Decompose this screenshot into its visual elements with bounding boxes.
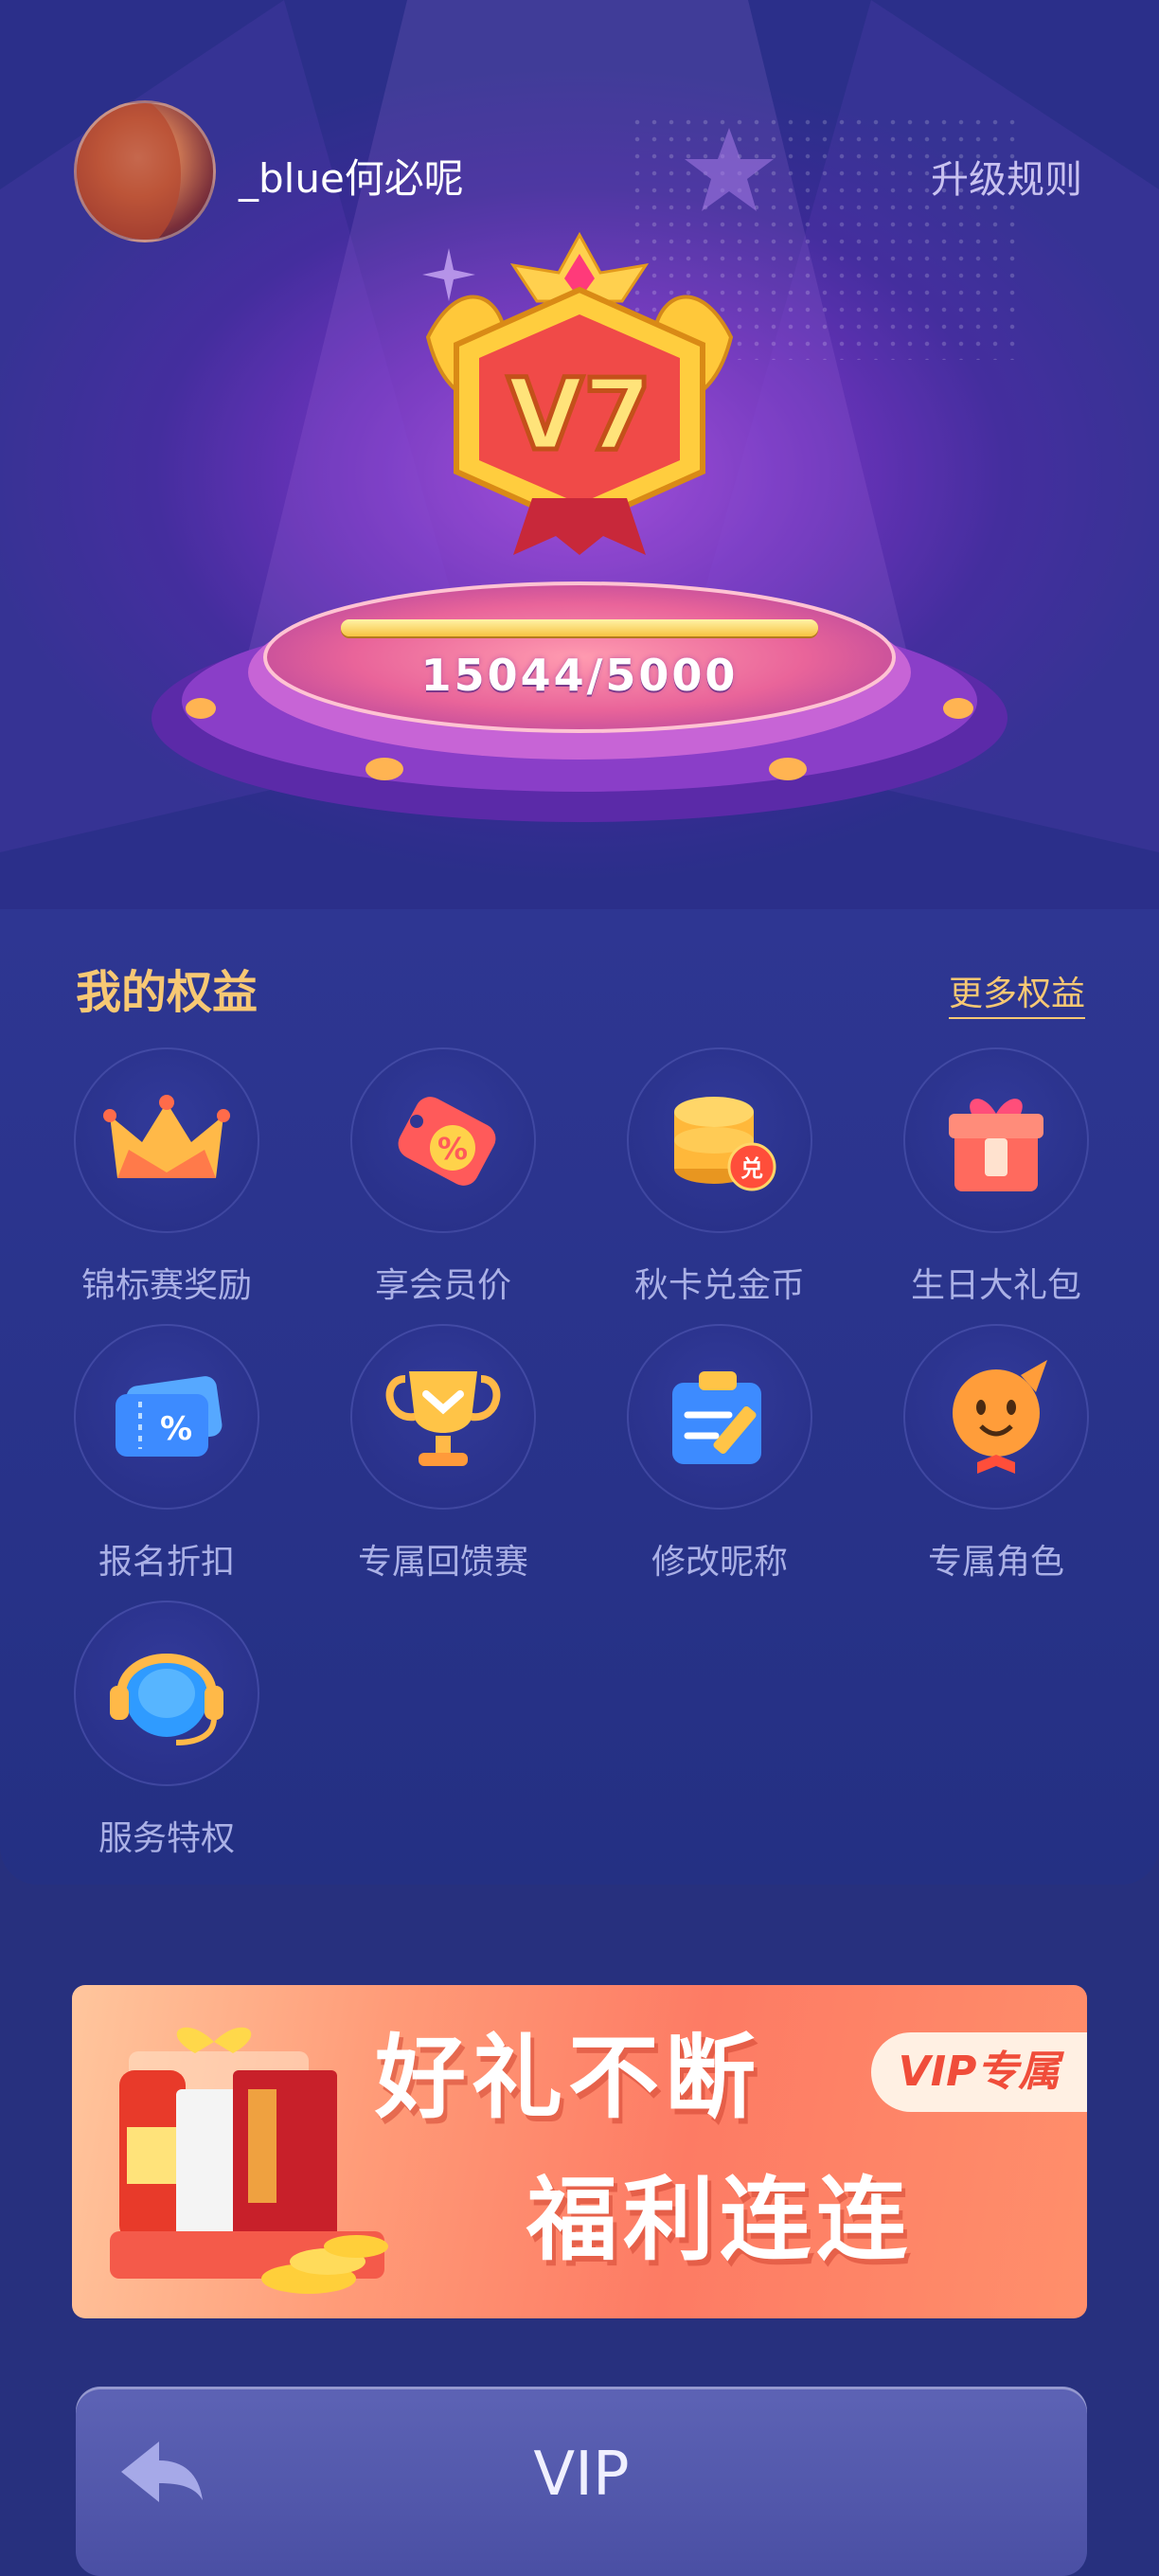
benefit-signup-discount[interactable]: % 报名折扣 (55, 1324, 282, 1599)
promo-banner[interactable]: 好礼不断 福利连连 VIP专属 (72, 1985, 1087, 2318)
banner-line-1: 好礼不断 (375, 2025, 761, 2131)
bottom-title-bar: VIP (76, 2387, 1087, 2576)
benefit-coin-exchange[interactable]: 兑 秋卡兑金币 (608, 1047, 835, 1322)
benefit-birthday-gift[interactable]: 生日大礼包 (884, 1047, 1112, 1322)
svg-text:%: % (437, 1131, 468, 1167)
discount-tag-icon: % (398, 1097, 496, 1186)
vip-exclusive-tag: VIP专属 (871, 2032, 1087, 2112)
trophy-icon (385, 1371, 501, 1466)
gift-box-icon (949, 1099, 1043, 1191)
level-progress-bar (341, 619, 818, 636)
page-title: VIP (533, 2440, 630, 2510)
benefit-edit-nickname[interactable]: 修改昵称 (608, 1324, 835, 1599)
benefit-member-price[interactable]: % 享会员价 (331, 1047, 559, 1322)
discount-ticket-icon: % (116, 1376, 223, 1457)
coin-exchange-icon: 兑 (674, 1097, 776, 1191)
upgrade-rules-link[interactable]: 升级规则 (931, 149, 1082, 204)
crown-icon (103, 1095, 230, 1178)
star-decoration-icon (685, 128, 774, 211)
character-icon (953, 1360, 1047, 1474)
benefit-exclusive-tournament[interactable]: 专属回馈赛 (331, 1324, 559, 1599)
more-benefits-link[interactable]: 更多权益 (948, 966, 1085, 1019)
username: _blue何必呢 (239, 155, 464, 202)
level-progress-fill (341, 619, 818, 636)
vip-level-text: V7 (508, 357, 652, 473)
avatar[interactable] (74, 100, 216, 242)
benefits-title: 我的权益 (76, 966, 259, 1019)
headset-icon (110, 1654, 223, 1745)
vip-level-badge: V7 (425, 231, 734, 555)
banner-line-2: 福利连连 (526, 2167, 913, 2273)
benefit-tournament-reward[interactable]: 锦标赛奖励 (55, 1047, 282, 1322)
benefit-exclusive-character[interactable]: 专属角色 (884, 1324, 1112, 1599)
svg-text:%: % (160, 1410, 192, 1448)
level-platform (152, 581, 1007, 822)
benefit-service-privilege[interactable]: 服务特权 (55, 1601, 282, 1875)
svg-text:兑: 兑 (740, 1155, 763, 1182)
edit-note-icon (672, 1371, 761, 1464)
gift-basket-icon (110, 2027, 388, 2294)
level-progress-text: 15044/5000 (420, 650, 739, 701)
